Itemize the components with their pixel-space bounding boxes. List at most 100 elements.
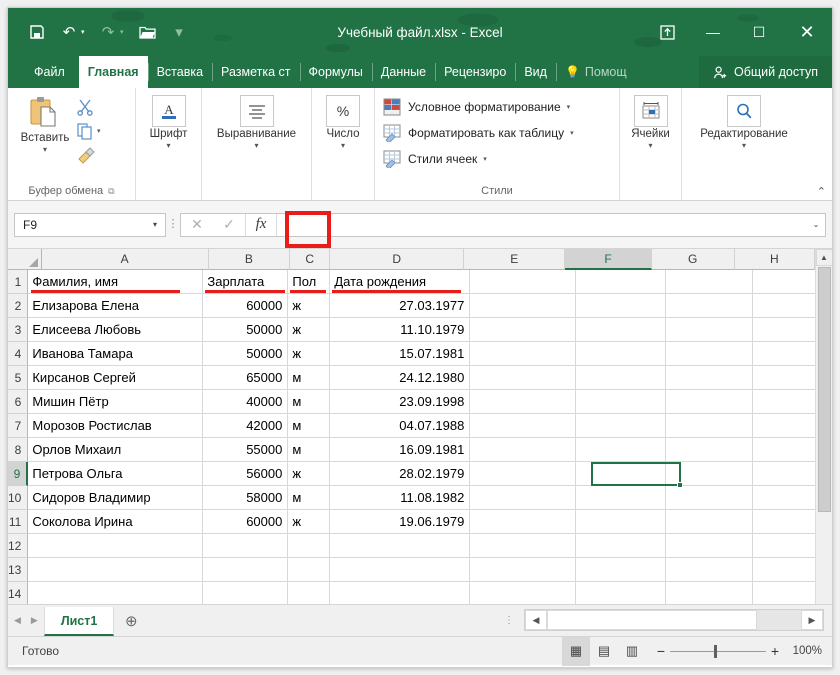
cell-F11[interactable]	[576, 510, 667, 534]
cell-F5[interactable]	[576, 366, 667, 390]
cell-H5[interactable]	[753, 366, 815, 390]
cell-H1[interactable]	[753, 270, 815, 294]
tell-me-box[interactable]: 💡 Помощ	[555, 56, 636, 88]
cell-E9[interactable]	[470, 462, 577, 486]
cell-C14[interactable]	[288, 582, 331, 604]
cell-H14[interactable]	[753, 582, 815, 604]
zoom-in-button[interactable]: +	[766, 643, 784, 659]
cell-D2[interactable]: 27.03.1977	[330, 294, 471, 318]
cells-dropdown-icon[interactable]: ▾	[648, 141, 652, 150]
cell-B10[interactable]: 58000	[203, 486, 289, 510]
cell-B3[interactable]: 50000	[203, 318, 289, 342]
cell-F14[interactable]	[576, 582, 667, 604]
sheet-tab-list1[interactable]: Лист1	[43, 607, 115, 636]
cell-D9[interactable]: 28.02.1979	[330, 462, 471, 486]
add-sheet-button[interactable]: ⊕	[114, 605, 148, 636]
cut-button[interactable]	[76, 96, 101, 118]
cell-H7[interactable]	[753, 414, 815, 438]
share-button[interactable]: Общий доступ	[699, 56, 832, 88]
cell-A3[interactable]: Елисеева Любовь	[28, 318, 204, 342]
tab-file[interactable]: Файл	[20, 56, 79, 88]
insert-function-button[interactable]: fx	[245, 213, 277, 236]
cell-H8[interactable]	[753, 438, 815, 462]
expand-formula-bar-icon[interactable]: ⌄	[807, 220, 825, 229]
cell-H4[interactable]	[753, 342, 815, 366]
cell-F6[interactable]	[576, 390, 667, 414]
close-button[interactable]: ✕	[782, 8, 832, 56]
page-break-view-button[interactable]: ▥	[618, 637, 646, 666]
cell-C8[interactable]: м	[288, 438, 331, 462]
cell-D12[interactable]	[330, 534, 471, 558]
maximize-button[interactable]: ☐	[736, 8, 782, 56]
clipboard-dialog-launcher-icon[interactable]: ⧉	[108, 186, 114, 197]
number-dropdown-icon[interactable]: ▾	[341, 141, 345, 150]
cell-B5[interactable]: 65000	[203, 366, 289, 390]
cancel-formula-button[interactable]: ✕	[181, 214, 213, 236]
cell-F1[interactable]	[576, 270, 667, 294]
zoom-out-button[interactable]: −	[652, 643, 670, 659]
zoom-slider[interactable]	[670, 644, 766, 658]
normal-view-button[interactable]: ▦	[562, 636, 590, 666]
name-box[interactable]: F9 ▾	[14, 212, 166, 237]
cell-E10[interactable]	[470, 486, 577, 510]
previous-sheet-icon[interactable]: ◀	[14, 615, 21, 626]
cell-F9[interactable]	[576, 462, 667, 486]
cell-D5[interactable]: 24.12.1980	[330, 366, 471, 390]
cell-C12[interactable]	[288, 534, 331, 558]
row-header-1[interactable]: 1	[8, 270, 29, 294]
cell-A6[interactable]: Мишин Пётр	[28, 390, 204, 414]
column-header-f[interactable]: F	[565, 249, 652, 270]
column-header-d[interactable]: D	[330, 249, 465, 270]
cell-D10[interactable]: 11.08.1982	[330, 486, 471, 510]
font-button[interactable]: A Шрифт ▾	[142, 92, 195, 150]
row-header-10[interactable]: 10	[8, 486, 29, 510]
cell-C9[interactable]: ж	[288, 462, 331, 486]
column-header-g[interactable]: G	[651, 249, 735, 270]
cell-F13[interactable]	[576, 558, 667, 582]
next-sheet-icon[interactable]: ▶	[31, 615, 38, 626]
cell-D11[interactable]: 19.06.1979	[330, 510, 471, 534]
cell-G13[interactable]	[666, 558, 754, 582]
cell-A2[interactable]: Елизарова Елена	[28, 294, 204, 318]
cell-D1[interactable]: Дата рождения	[330, 270, 471, 294]
column-header-b[interactable]: B	[208, 249, 291, 270]
enter-formula-button[interactable]: ✓	[213, 214, 245, 236]
cell-C10[interactable]: м	[288, 486, 331, 510]
editing-button[interactable]: Редактирование ▾	[688, 92, 800, 150]
cell-G14[interactable]	[666, 582, 754, 604]
cell-B13[interactable]	[203, 558, 289, 582]
cell-E13[interactable]	[470, 558, 577, 582]
row-header-9[interactable]: 9	[8, 462, 29, 486]
cell-A12[interactable]	[28, 534, 204, 558]
paste-button[interactable]: Вставить ▾	[14, 92, 76, 154]
cell-C11[interactable]: ж	[288, 510, 331, 534]
tab-review[interactable]: Рецензиро	[435, 56, 515, 88]
cell-E4[interactable]	[470, 342, 577, 366]
collapse-ribbon-icon[interactable]: ⌃	[817, 185, 826, 198]
tab-home[interactable]: Главная	[78, 56, 148, 88]
cell-E6[interactable]	[470, 390, 577, 414]
cell-C6[interactable]: м	[288, 390, 331, 414]
vertical-scrollbar[interactable]: ▲	[815, 249, 832, 604]
cell-D13[interactable]	[330, 558, 471, 582]
cell-B8[interactable]: 55000	[203, 438, 289, 462]
font-dropdown-icon[interactable]: ▾	[166, 141, 170, 150]
row-header-5[interactable]: 5	[8, 366, 29, 390]
row-header-13[interactable]: 13	[8, 558, 29, 582]
horizontal-split-grip[interactable]: ⋮	[494, 605, 524, 636]
cell-G4[interactable]	[666, 342, 754, 366]
copy-dropdown-icon[interactable]: ▾	[97, 127, 101, 135]
cell-D6[interactable]: 23.09.1998	[330, 390, 471, 414]
scroll-right-button[interactable]: ▶	[801, 610, 823, 630]
cell-B14[interactable]	[203, 582, 289, 604]
cell-A11[interactable]: Соколова Ирина	[28, 510, 204, 534]
page-layout-view-button[interactable]: ▤	[590, 637, 618, 666]
tab-view[interactable]: Вид	[515, 56, 556, 88]
cell-F12[interactable]	[576, 534, 667, 558]
cell-G10[interactable]	[666, 486, 754, 510]
name-box-dropdown-icon[interactable]: ▾	[153, 220, 157, 229]
cell-C1[interactable]: Пол	[288, 270, 331, 294]
cell-C13[interactable]	[288, 558, 331, 582]
cell-E11[interactable]	[470, 510, 577, 534]
cell-E5[interactable]	[470, 366, 577, 390]
